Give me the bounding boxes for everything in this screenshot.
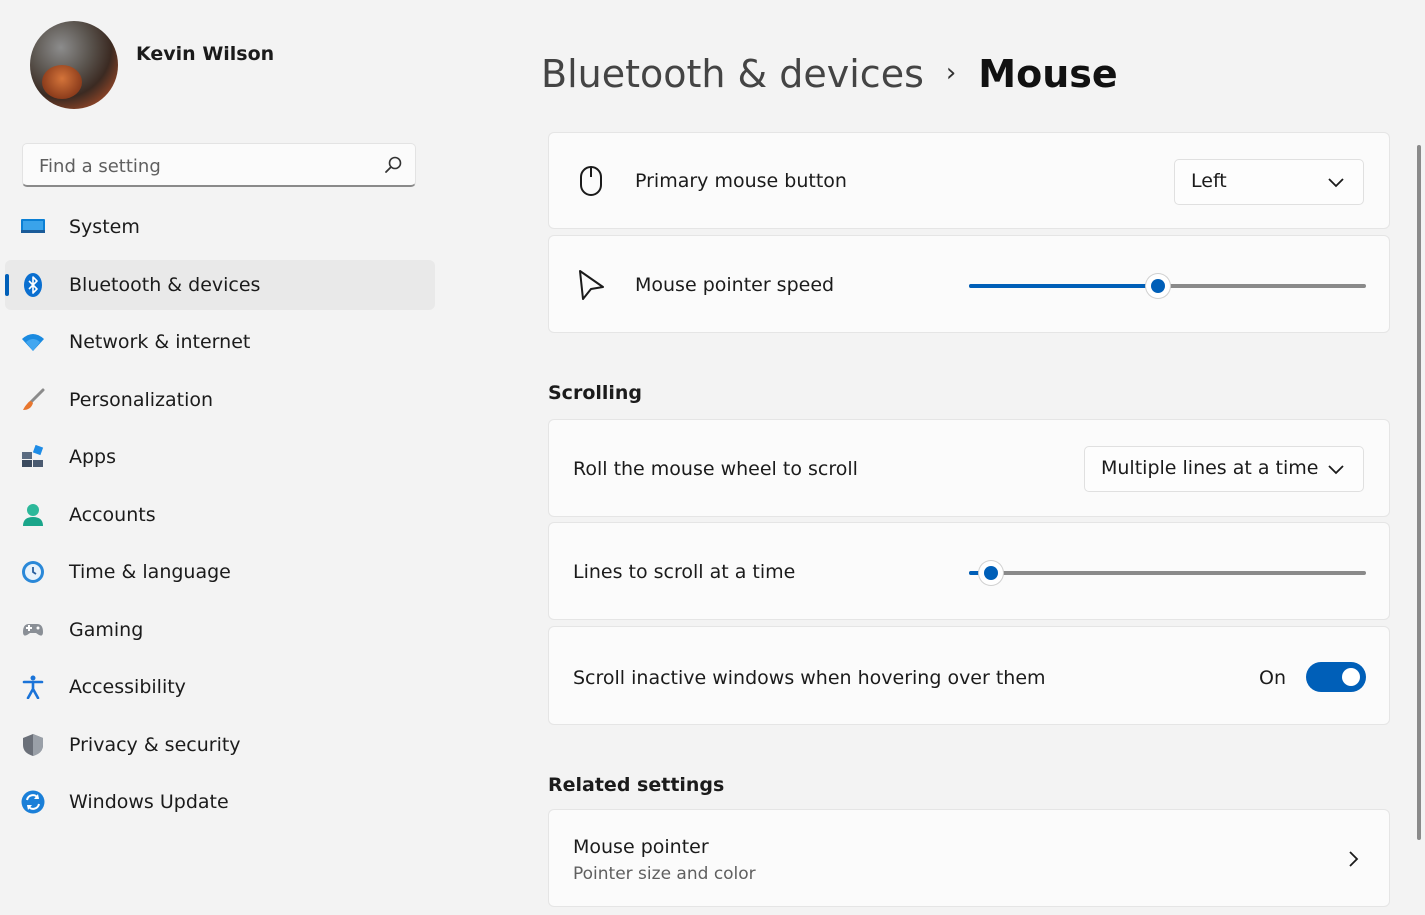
pointer-speed-slider[interactable] [969,274,1366,298]
sidebar-item-personalization[interactable]: Personalization [5,375,435,425]
slider-track[interactable] [969,571,1366,575]
sidebar-item-label: Network & internet [69,331,251,353]
sidebar-item-windows-update[interactable]: Windows Update [5,777,435,827]
slider-fill [969,284,1158,288]
slider-thumb[interactable] [1145,274,1170,298]
scroll-inactive-label: Scroll inactive windows when hovering ov… [573,667,1046,689]
chevron-right-icon [1349,851,1359,867]
sidebar-item-apps[interactable]: Apps [5,432,435,482]
scrollbar[interactable] [1417,145,1421,840]
search-icon[interactable] [383,155,403,175]
roll-wheel-card: Roll the mouse wheel to scroll Multiple … [548,419,1390,517]
pointer-icon [579,270,604,300]
primary-mouse-button-label: Primary mouse button [635,170,847,192]
breadcrumb-separator: › [945,58,957,88]
sidebar-item-label: Personalization [69,388,214,411]
roll-wheel-label: Roll the mouse wheel to scroll [573,458,858,480]
wifi-icon [22,334,44,351]
mouse-pointer-speed-label: Mouse pointer speed [635,274,835,296]
mouse-pointer-link-sublabel: Pointer size and color [573,864,756,884]
toggle-knob [1342,668,1360,686]
avatar[interactable] [30,21,118,109]
sidebar-item-label: Apps [69,446,117,468]
sidebar-item-privacy-security[interactable]: Privacy & security [5,720,435,770]
sidebar-item-accounts[interactable]: Accounts [5,490,435,540]
sidebar-item-label: Accessibility [69,676,186,698]
system-icon [21,219,45,233]
primary-mouse-button-dropdown[interactable]: Left [1174,159,1364,205]
scroll-inactive-toggle[interactable] [1306,662,1366,692]
related-settings-title: Related settings [548,774,725,796]
sidebar-item-label: Bluetooth & devices [69,273,261,296]
shield-icon [23,733,43,756]
apps-icon [22,445,44,467]
sidebar-item-bluetooth-devices[interactable]: Bluetooth & devices [5,259,435,310]
sidebar-item-network-internet[interactable]: Network & internet [5,317,435,367]
scrolling-section-title: Scrolling [548,382,643,404]
slider-thumb[interactable] [978,561,1003,585]
lines-to-scroll-label: Lines to scroll at a time [573,561,796,583]
primary-mouse-button-card: Primary mouse button Left [548,132,1390,229]
sidebar-item-label: Accounts [69,503,156,526]
sidebar-item-label: Gaming [69,618,144,641]
time-language-icon [22,561,44,583]
mouse-pointer-speed-card: Mouse pointer speed [548,235,1390,333]
sidebar-item-label: Privacy & security [69,733,241,756]
sidebar: Kevin Wilson System Bluetooth & devices [0,0,450,915]
search-input[interactable] [37,152,371,180]
sidebar-nav: System Bluetooth & devices Network & int… [0,202,450,835]
sidebar-item-gaming[interactable]: Gaming [5,605,435,655]
lines-to-scroll-slider[interactable] [969,561,1366,585]
sidebar-item-system[interactable]: System [5,202,435,252]
roll-wheel-dropdown[interactable]: Multiple lines at a time [1084,446,1364,492]
update-icon [21,790,45,814]
bluetooth-icon [24,272,42,297]
lines-to-scroll-card: Lines to scroll at a time [548,522,1390,620]
sidebar-item-label: System [69,216,140,238]
sidebar-item-time-language[interactable]: Time & language [5,547,435,597]
scroll-inactive-card: Scroll inactive windows when hovering ov… [548,626,1390,725]
sidebar-item-label: Windows Update [69,791,229,813]
search-box[interactable] [22,143,416,187]
roll-wheel-value: Multiple lines at a time [1101,457,1319,479]
sidebar-item-label: Time & language [69,561,231,583]
accounts-icon [23,503,43,526]
breadcrumb-parent[interactable]: Bluetooth & devices [541,52,924,96]
gaming-icon [23,623,43,636]
breadcrumb: Bluetooth & devices › Mouse [541,52,1118,96]
sidebar-item-accessibility[interactable]: Accessibility [5,662,435,712]
page-title: Mouse [978,52,1118,96]
mouse-pointer-link-card[interactable]: Mouse pointer Pointer size and color [548,809,1390,907]
mouse-pointer-link-label: Mouse pointer [573,836,709,858]
brush-icon [23,388,45,410]
mouse-icon [580,166,602,196]
chevron-down-icon [1328,178,1344,188]
accessibility-icon [22,675,44,699]
user-name: Kevin Wilson [136,43,275,65]
chevron-down-icon [1328,465,1344,475]
primary-mouse-button-value: Left [1191,170,1227,192]
toggle-state-label: On [1259,667,1286,689]
